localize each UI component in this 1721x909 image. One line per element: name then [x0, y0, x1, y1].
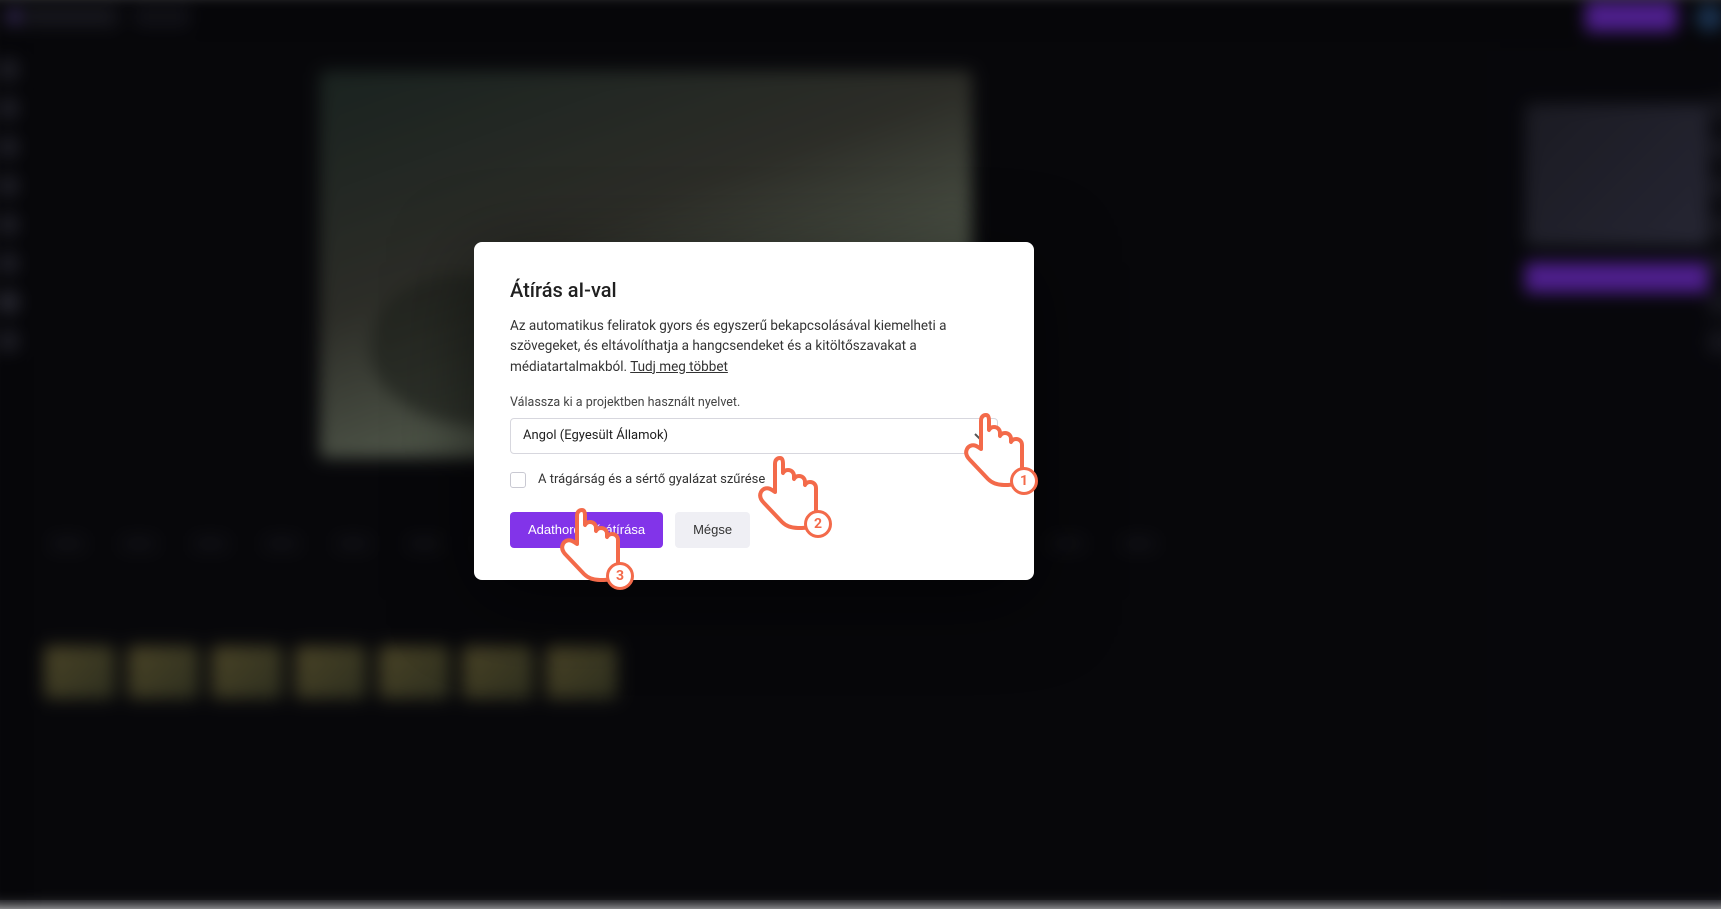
profanity-filter-row: A trágárság és a sértő gyalázat szűrése …: [510, 472, 998, 488]
cancel-button[interactable]: Mégse: [675, 512, 750, 548]
dialog-title: Átírás aI-val: [510, 278, 998, 302]
dialog-actions: Adathordozó átírása Mégse: [510, 512, 998, 548]
language-select[interactable]: Angol (Egyesült Államok): [510, 418, 998, 454]
language-select-value: Angol (Egyesült Államok): [523, 428, 668, 443]
dialog-description: Az automatikus feliratok gyors és egysze…: [510, 316, 998, 377]
learn-more-link[interactable]: Tudj meg többet: [630, 359, 728, 375]
transcribe-ai-dialog: Átírás aI-val Az automatikus feliratok g…: [474, 242, 1034, 580]
profanity-filter-checkbox[interactable]: [510, 472, 526, 488]
dialog-description-text: Az automatikus feliratok gyors és egysze…: [510, 318, 946, 375]
language-field-label: Válassza ki a projektben használt nyelve…: [510, 395, 998, 410]
chevron-down-icon: [973, 430, 985, 442]
info-icon[interactable]: i: [777, 472, 792, 487]
transcribe-button[interactable]: Adathordozó átírása: [510, 512, 663, 548]
profanity-filter-label: A trágárság és a sértő gyalázat szűrése: [538, 472, 765, 487]
